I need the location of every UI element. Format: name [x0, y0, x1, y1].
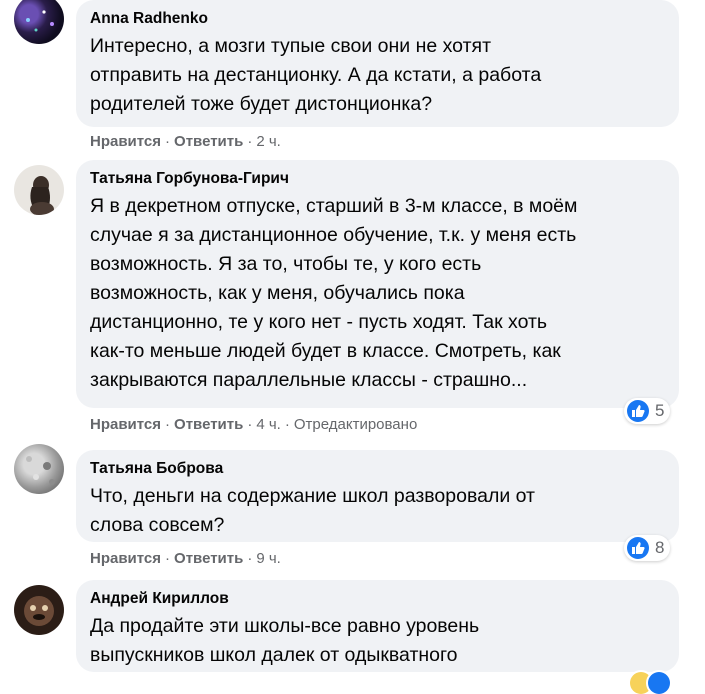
like-reaction-icon — [627, 400, 649, 422]
reaction-count: 5 — [655, 401, 665, 420]
comment-time[interactable]: 4 ч. — [256, 416, 281, 433]
comment-actions: Нравится · Ответить · 2 ч. — [90, 133, 281, 151]
reply-link[interactable]: Ответить — [174, 133, 243, 150]
separator: · — [165, 550, 171, 567]
comment-text: Я в декретном отпуске, старший в 3-м кла… — [90, 195, 578, 391]
comment-author[interactable]: Татьяна Боброва — [90, 459, 665, 478]
separator: · — [247, 416, 253, 433]
separator: · — [284, 416, 290, 433]
like-link[interactable]: Нравится — [90, 416, 161, 433]
comment-author[interactable]: Anna Radhenko — [90, 9, 665, 28]
separator: · — [247, 550, 253, 567]
reaction-summary[interactable]: 5 — [624, 398, 671, 424]
avatar[interactable] — [14, 0, 64, 44]
avatar[interactable] — [14, 444, 64, 494]
edited-label[interactable]: Отредактировано — [294, 416, 417, 433]
avatar-photo-icon — [26, 456, 55, 485]
comment-author[interactable]: Татьяна Горбунова-Гирич — [90, 169, 665, 188]
like-link[interactable]: Нравится — [90, 550, 161, 567]
avatar-photo-icon — [24, 596, 54, 626]
separator: · — [165, 416, 171, 433]
reply-link[interactable]: Ответить — [174, 416, 243, 433]
comment-bubble: Татьяна Боброва Что, деньги на содержани… — [76, 450, 679, 542]
separator: · — [165, 133, 171, 150]
avatar[interactable] — [14, 585, 64, 635]
avatar-photo-icon — [26, 10, 54, 32]
comment-time[interactable]: 9 ч. — [256, 550, 281, 567]
avatar[interactable] — [14, 165, 64, 215]
comment-text: Интересно, а мозги тупые свои они не хот… — [90, 35, 542, 115]
reaction-summary[interactable]: 8 — [624, 535, 671, 561]
comment-actions: Нравится · Ответить · 9 ч. — [90, 550, 281, 568]
avatar-photo-icon — [30, 176, 54, 215]
comment-text: Да продайте эти школы-все равно уровень … — [90, 615, 480, 666]
comment-author[interactable]: Андрей Кириллов — [90, 589, 665, 608]
comment-bubble: Татьяна Горбунова-Гирич Я в декретном от… — [76, 160, 679, 408]
comment-bubble: Anna Radhenko Интересно, а мозги тупые с… — [76, 0, 679, 127]
like-link[interactable]: Нравится — [90, 133, 161, 150]
like-reaction-icon — [627, 537, 649, 559]
comment-bubble: Андрей Кириллов Да продайте эти школы-вс… — [76, 580, 679, 672]
comment-text: Что, деньги на содержание школ разворова… — [90, 485, 535, 536]
comment-actions: Нравится · Ответить · 4 ч. · Отредактировано — [90, 416, 417, 434]
reply-link[interactable]: Ответить — [174, 550, 243, 567]
comment-time[interactable]: 2 ч. — [256, 133, 281, 150]
reaction-count: 8 — [655, 538, 665, 557]
separator: · — [247, 133, 253, 150]
like-reaction-icon[interactable] — [648, 672, 670, 694]
